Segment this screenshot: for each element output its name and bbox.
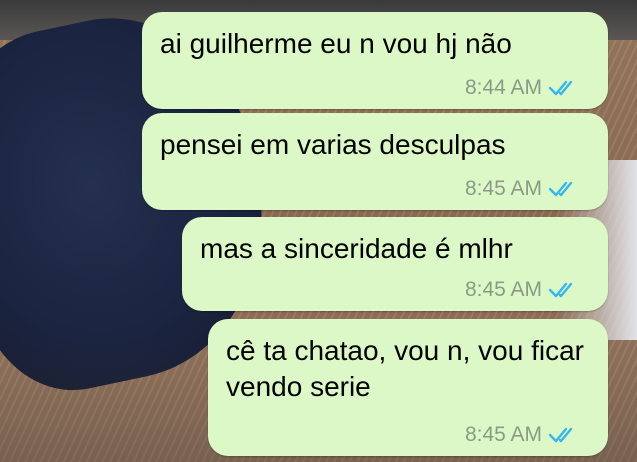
message-text: pensei em varias desculpas xyxy=(160,129,506,160)
message-text: mas a sinceridade é mlhr xyxy=(200,233,513,264)
double-check-read-icon xyxy=(548,281,578,299)
message-meta: 8:45 AM xyxy=(465,423,578,447)
message-timestamp: 8:45 AM xyxy=(464,423,542,446)
message-timestamp: 8:45 AM xyxy=(464,177,542,200)
outgoing-message-bubble[interactable]: cê ta chatao, vou n, vou ficar vendo ser… xyxy=(208,319,608,456)
message-meta: 8:45 AM xyxy=(465,278,578,302)
double-check-read-icon xyxy=(548,426,578,444)
outgoing-message-bubble[interactable]: ai guilherme eu n vou hj não 8:44 AM xyxy=(142,12,608,109)
message-timestamp: 8:45 AM xyxy=(464,278,542,301)
outgoing-message-bubble[interactable]: pensei em varias desculpas 8:45 AM xyxy=(142,113,608,210)
double-check-read-icon xyxy=(548,79,578,97)
double-check-read-icon xyxy=(548,180,578,198)
outgoing-message-bubble[interactable]: mas a sinceridade é mlhr 8:45 AM xyxy=(182,217,608,311)
message-meta: 8:44 AM xyxy=(465,76,578,100)
message-meta: 8:45 AM xyxy=(465,177,578,201)
message-timestamp: 8:44 AM xyxy=(464,76,542,99)
message-text: ai guilherme eu n vou hj não xyxy=(160,28,512,59)
message-text: cê ta chatao, vou n, vou ficar vendo ser… xyxy=(226,335,584,402)
